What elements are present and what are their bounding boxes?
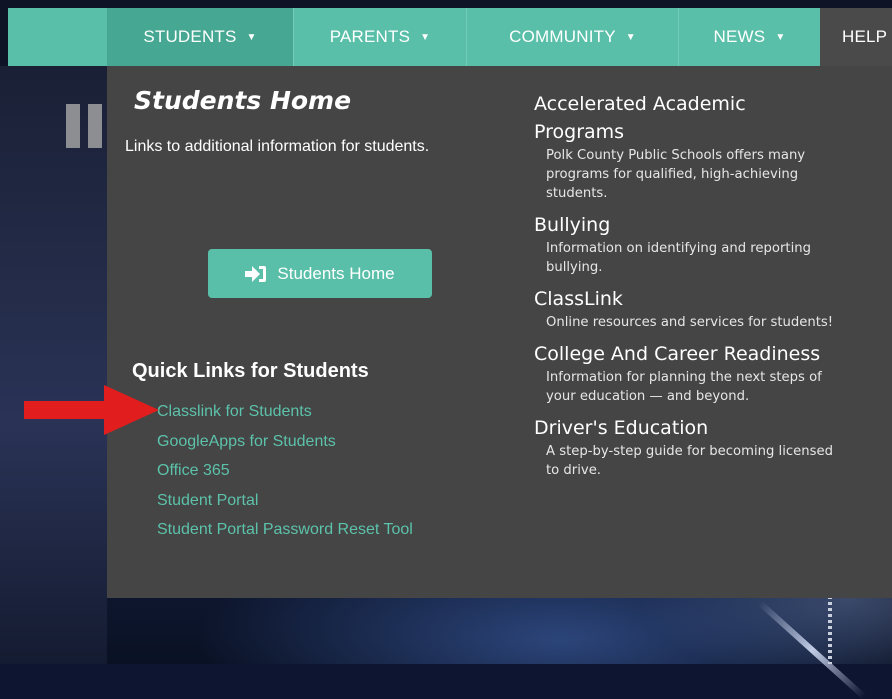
nav-item-students[interactable]: STUDENTS ▼: [107, 8, 293, 66]
nav-item-news[interactable]: NEWS ▼: [678, 8, 820, 66]
topic-item: Driver's Education A step-by-step guide …: [534, 414, 884, 480]
students-home-heading: Students Home: [134, 86, 352, 115]
topic-description: Polk County Public Schools offers many p…: [546, 148, 806, 201]
link-student-portal[interactable]: Student Portal: [157, 492, 258, 509]
topic-description: Information for planning the next steps …: [546, 370, 822, 404]
sign-in-icon: [245, 265, 267, 282]
topic-title-bullying[interactable]: Bullying: [534, 211, 884, 239]
background-light-streak-2: [828, 596, 832, 664]
topic-description: Online resources and services for studen…: [546, 315, 834, 330]
list-item: Office 365: [157, 460, 413, 490]
link-office-365[interactable]: Office 365: [157, 462, 230, 479]
list-item: Student Portal Password Reset Tool: [157, 519, 413, 549]
pause-icon[interactable]: [66, 104, 108, 148]
red-arrow-icon: [24, 385, 159, 435]
topic-title-college-and-career-readiness[interactable]: College And Career Readiness: [534, 340, 884, 368]
nav-item-label: STUDENTS: [143, 27, 237, 46]
list-item: Classlink for Students: [157, 401, 413, 431]
nav-item-label: NEWS: [713, 27, 766, 46]
topic-description: Information on identifying and reporting…: [546, 241, 811, 275]
caret-down-icon: ▼: [420, 31, 431, 43]
caret-down-icon: ▼: [625, 31, 636, 43]
link-googleapps-for-students[interactable]: GoogleApps for Students: [157, 433, 336, 450]
pause-bar-right: [88, 104, 102, 148]
link-classlink-for-students[interactable]: Classlink for Students: [157, 403, 312, 420]
caret-down-icon: ▼: [246, 31, 257, 43]
topic-title-accelerated-academic-programs[interactable]: Accelerated Academic Programs: [534, 90, 834, 146]
topic-item: ClassLink Online resources and services …: [534, 285, 884, 332]
nav-item-parents[interactable]: PARENTS ▼: [293, 8, 466, 66]
students-home-button-label: Students Home: [277, 263, 395, 283]
nav-item-help[interactable]: HELP: [820, 8, 892, 66]
caret-down-icon: ▼: [775, 31, 786, 43]
topic-item: Accelerated Academic Programs Polk Count…: [534, 90, 884, 203]
main-navigation: STUDENTS ▼ PARENTS ▼ COMMUNITY ▼ NEWS ▼ …: [0, 0, 892, 66]
topic-description: A step-by-step guide for becoming licens…: [546, 444, 833, 478]
pause-bar-left: [66, 104, 80, 148]
students-home-button[interactable]: Students Home: [208, 249, 432, 298]
list-item: Student Portal: [157, 490, 413, 520]
topics-column: Accelerated Academic Programs Polk Count…: [534, 90, 884, 488]
background-left-strip: [0, 66, 107, 664]
topic-item: College And Career Readiness Information…: [534, 340, 884, 406]
nav-item-label: PARENTS: [329, 27, 411, 46]
students-home-description: Links to additional information for stud…: [125, 138, 430, 155]
quick-links-heading: Quick Links for Students: [132, 360, 369, 382]
topic-title-classlink[interactable]: ClassLink: [534, 285, 884, 313]
topic-item: Bullying Information on identifying and …: [534, 211, 884, 277]
nav-item-label: HELP: [842, 27, 888, 46]
list-item: GoogleApps for Students: [157, 431, 413, 461]
quick-links-list: Classlink for Students GoogleApps for St…: [157, 401, 413, 549]
nav-item-label: COMMUNITY: [509, 27, 616, 46]
topic-title-drivers-education[interactable]: Driver's Education: [534, 414, 884, 442]
link-student-portal-password-reset[interactable]: Student Portal Password Reset Tool: [157, 521, 413, 538]
nav-item-community[interactable]: COMMUNITY ▼: [466, 8, 678, 66]
